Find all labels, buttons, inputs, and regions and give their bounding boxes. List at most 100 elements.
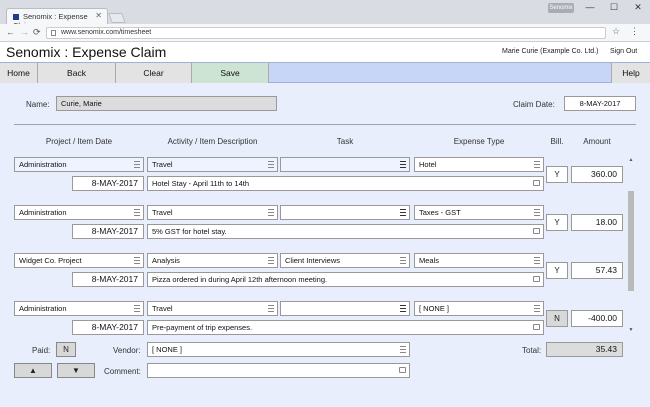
project-select[interactable]: Administration	[14, 205, 144, 220]
move-up-button[interactable]: ▲	[14, 363, 52, 378]
back-arrow-icon[interactable]: ←	[6, 27, 15, 37]
divider	[14, 124, 636, 125]
scroll-thumb[interactable]	[628, 191, 634, 291]
address-bar-area: ← → ⟳ www.senomix.com/timesheet ☆ ⋮	[0, 24, 650, 42]
url-input[interactable]: www.senomix.com/timesheet	[46, 27, 606, 39]
list-icon	[400, 161, 406, 168]
note-icon	[399, 367, 406, 373]
expense-type-select[interactable]: [ NONE ]	[414, 301, 544, 316]
toolbar: Home Back Clear Save Help	[0, 62, 650, 83]
comment-field[interactable]	[147, 363, 410, 378]
task-select[interactable]	[280, 157, 410, 172]
scroll-down-icon[interactable]: ▼	[627, 327, 635, 333]
item-scrollbar[interactable]: ▲ ▼	[627, 157, 635, 334]
list-icon	[268, 161, 274, 168]
bookmark-star-icon[interactable]: ☆	[612, 26, 620, 37]
item-date-field[interactable]: 8-MAY-2017	[72, 176, 144, 191]
item-date-field[interactable]: 8-MAY-2017	[72, 320, 144, 335]
help-button[interactable]: Help	[611, 63, 650, 83]
header-billable: Bill.	[550, 137, 564, 146]
header-activity: Activity / Item Description	[167, 137, 258, 146]
browser-menu-icon[interactable]: ⋮	[630, 26, 639, 37]
total-label: Total:	[522, 346, 542, 355]
vendor-label: Vendor:	[113, 346, 141, 355]
list-icon	[400, 346, 406, 353]
reload-icon[interactable]: ⟳	[33, 27, 41, 38]
item-date-field[interactable]: 8-MAY-2017	[72, 272, 144, 287]
scroll-up-icon[interactable]: ▲	[627, 157, 635, 163]
amount-field[interactable]: 18.00	[571, 214, 623, 231]
window-close-icon[interactable]: ✕	[630, 2, 646, 13]
expense-type-select[interactable]: Hotel	[414, 157, 544, 172]
list-icon	[400, 305, 406, 312]
project-select[interactable]: Administration	[14, 301, 144, 316]
activity-select[interactable]: Analysis	[147, 253, 278, 268]
item-description-field[interactable]: 5% GST for hotel stay.	[147, 224, 544, 239]
maximize-icon[interactable]: ☐	[606, 2, 622, 13]
page-title: Senomix : Expense Claim	[6, 44, 167, 60]
list-icon	[400, 209, 406, 216]
list-icon	[534, 305, 540, 312]
header-amount: Amount	[583, 137, 611, 146]
header-project: Project / Item Date	[45, 137, 113, 146]
page-icon	[51, 30, 56, 36]
sign-out-link[interactable]: Sign Out	[610, 48, 637, 55]
list-icon	[268, 257, 274, 264]
task-select[interactable]: Client Interviews	[280, 253, 410, 268]
total-field: 35.43	[546, 342, 623, 357]
project-select[interactable]: Administration	[14, 157, 144, 172]
list-icon	[534, 257, 540, 264]
claim-date-field[interactable]: 8-MAY-2017	[564, 96, 636, 111]
paid-label: Paid:	[32, 346, 51, 355]
activity-select[interactable]: Travel	[147, 205, 278, 220]
clear-button[interactable]: Clear	[116, 63, 192, 83]
task-select[interactable]	[280, 205, 410, 220]
home-button[interactable]: Home	[0, 63, 38, 83]
senomix-favicon-icon	[13, 14, 19, 20]
list-icon	[534, 161, 540, 168]
list-icon	[134, 161, 140, 168]
item-description-field[interactable]: Pre-payment of trip expenses.	[147, 320, 544, 335]
item-description-field[interactable]: Pizza ordered in during April 12th after…	[147, 272, 544, 287]
amount-field[interactable]: 57.43	[571, 262, 623, 279]
billable-toggle[interactable]: Y	[546, 262, 568, 279]
back-button[interactable]: Back	[38, 63, 116, 83]
paid-toggle[interactable]: N	[56, 342, 76, 357]
name-field: Curie, Marie	[56, 96, 277, 111]
item-description-field[interactable]: Hotel Stay - April 11th to 14th	[147, 176, 544, 191]
amount-field[interactable]: 360.00	[571, 166, 623, 183]
profile-badge[interactable]: Senomix	[548, 3, 574, 13]
project-select[interactable]: Widget Co. Project	[14, 253, 144, 268]
note-icon	[533, 180, 540, 186]
user-info: Marie Curie (Example Co. Ltd.)	[502, 48, 599, 55]
list-icon	[134, 257, 140, 264]
list-icon	[134, 305, 140, 312]
list-icon	[534, 209, 540, 216]
list-icon	[400, 257, 406, 264]
item-date-field[interactable]: 8-MAY-2017	[72, 224, 144, 239]
header-expense-type: Expense Type	[453, 137, 505, 146]
browser-tabstrip: Senomix : Expense Claim ✕ Senomix — ☐ ✕	[0, 0, 650, 30]
browser-tab[interactable]: Senomix : Expense Claim ✕	[6, 8, 108, 30]
move-down-button[interactable]: ▼	[57, 363, 95, 378]
amount-field[interactable]: -400.00	[571, 310, 623, 327]
activity-select[interactable]: Travel	[147, 301, 278, 316]
list-icon	[268, 305, 274, 312]
expense-form	[0, 83, 650, 407]
tab-close-icon[interactable]: ✕	[95, 11, 102, 20]
vendor-select[interactable]: [ NONE ]	[147, 342, 410, 357]
billable-toggle[interactable]: Y	[546, 166, 568, 183]
expense-type-select[interactable]: Taxes - GST	[414, 205, 544, 220]
note-icon	[533, 324, 540, 330]
header-task: Task	[336, 137, 354, 146]
forward-arrow-icon[interactable]: →	[20, 27, 29, 37]
minimize-icon[interactable]: —	[582, 2, 598, 12]
new-tab-button[interactable]	[108, 13, 126, 23]
billable-toggle[interactable]: Y	[546, 214, 568, 231]
expense-type-select[interactable]: Meals	[414, 253, 544, 268]
activity-select[interactable]: Travel	[147, 157, 278, 172]
task-select[interactable]	[280, 301, 410, 316]
save-button[interactable]: Save	[192, 63, 269, 83]
billable-toggle[interactable]: N	[546, 310, 568, 327]
name-label: Name:	[26, 100, 50, 109]
